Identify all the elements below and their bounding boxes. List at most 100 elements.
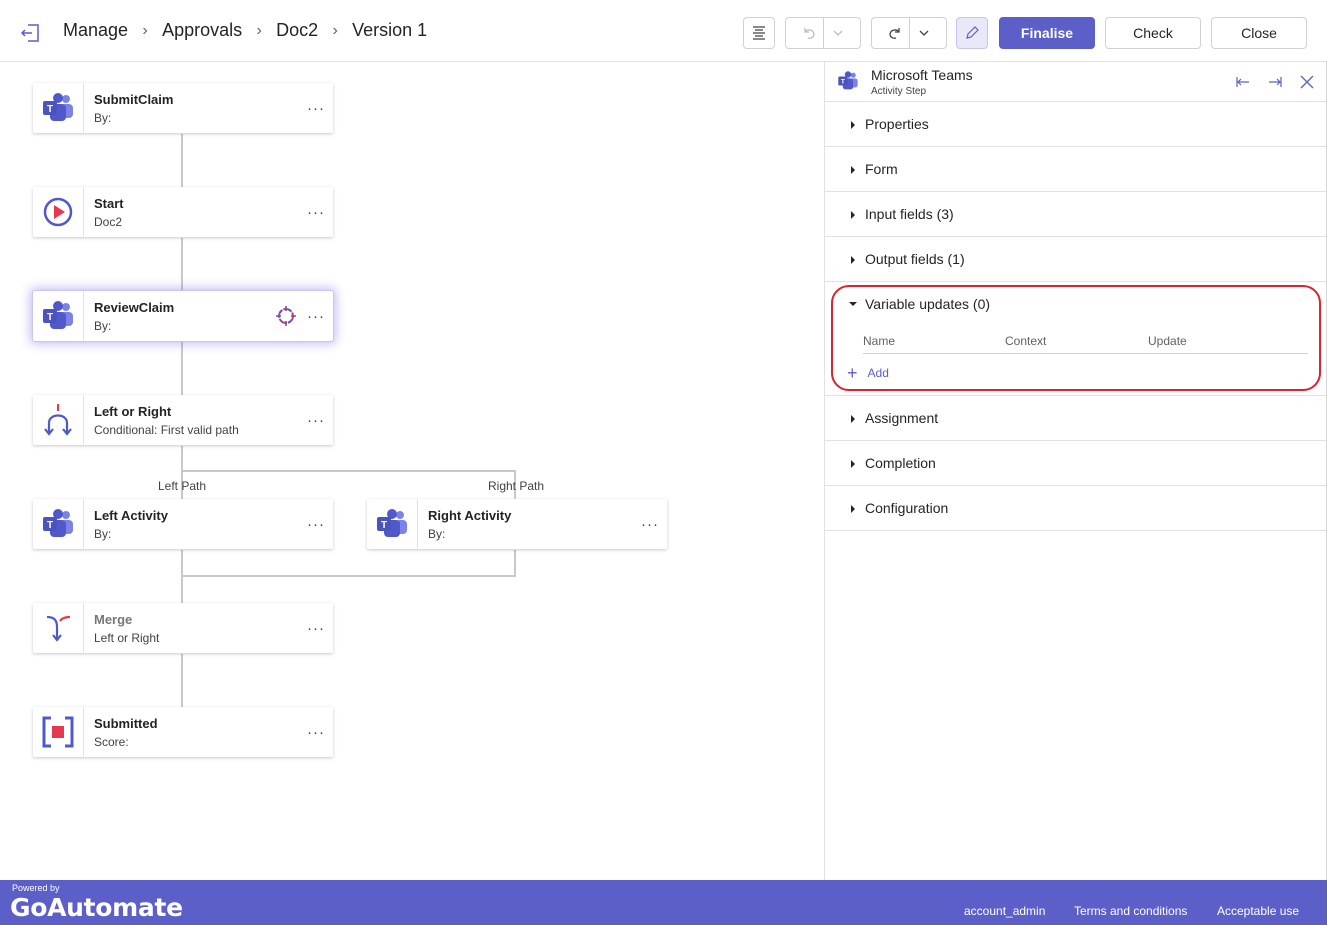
more-options-button[interactable]: ··· [633, 499, 667, 549]
section-form[interactable]: Form [825, 147, 1326, 192]
check-button[interactable]: Check [1105, 17, 1201, 49]
teams-icon: T [377, 509, 407, 537]
section-output-fields[interactable]: Output fields (1) [825, 237, 1326, 282]
plus-icon: + [847, 363, 858, 383]
flow-node-left-or-right[interactable]: Left or Right Conditional: First valid p… [33, 395, 333, 445]
column-header-context: Context [1005, 334, 1047, 348]
flow-canvas[interactable]: Left Path Right Path T SubmitClaim By: ·… [0, 62, 824, 880]
flow-node-reviewclaim[interactable]: T ReviewClaim By: ··· [33, 291, 333, 341]
connector [181, 575, 516, 577]
breadcrumb-approvals[interactable]: Approvals [162, 20, 242, 41]
node-subtitle: By: [94, 111, 112, 125]
close-icon [1300, 75, 1314, 89]
align-button[interactable] [743, 17, 775, 49]
section-label: Configuration [865, 500, 949, 516]
teams-icon: T [43, 301, 73, 329]
connector [181, 238, 183, 292]
expand-right-button[interactable] [1265, 72, 1285, 92]
undo-button[interactable] [794, 18, 823, 48]
close-panel-button[interactable] [1297, 72, 1317, 92]
add-variable-button[interactable]: + Add [847, 363, 889, 383]
footer-link-account[interactable]: account_admin [964, 904, 1045, 918]
undo-icon [803, 28, 815, 39]
breadcrumb-version[interactable]: Version 1 [352, 20, 427, 41]
finalise-button[interactable]: Finalise [999, 17, 1095, 49]
powered-by-label: Powered by [12, 883, 60, 893]
breadcrumb: Manage › Approvals › Doc2 › Version 1 [63, 20, 427, 41]
flow-node-submitted[interactable]: Submitted Score: ··· [33, 707, 333, 757]
breadcrumb-doc2[interactable]: Doc2 [276, 20, 318, 41]
more-options-button[interactable]: ··· [299, 499, 333, 549]
caret-right-icon [851, 166, 855, 174]
node-title: Merge [94, 612, 133, 627]
node-subtitle: Doc2 [94, 215, 123, 229]
redo-icon [888, 28, 900, 39]
section-completion[interactable]: Completion [825, 441, 1326, 486]
column-header-name: Name [863, 334, 896, 348]
section-label: Properties [865, 116, 929, 132]
node-subtitle: By: [428, 527, 446, 541]
flow-node-left-activity[interactable]: T Left Activity By: ··· [33, 499, 333, 549]
node-icon-cell: T [33, 499, 84, 549]
section-label: Input fields (3) [865, 206, 954, 222]
node-icon-cell: T [33, 291, 84, 341]
flow-node-submitclaim[interactable]: T SubmitClaim By: ··· [33, 83, 333, 133]
flow-node-right-activity[interactable]: T Right Activity By: ··· [367, 499, 667, 549]
footer-link-terms[interactable]: Terms and conditions [1074, 904, 1187, 918]
align-center-icon [753, 26, 765, 40]
teams-icon: T [43, 93, 73, 121]
footer: Powered by GoAutomate account_admin Term… [0, 880, 1327, 925]
node-icon-cell [33, 187, 84, 237]
connector [181, 654, 183, 708]
node-title: SubmitClaim [94, 92, 174, 107]
merge-icon [46, 615, 71, 642]
collapse-left-button[interactable] [1233, 72, 1253, 92]
node-subtitle: Conditional: First valid path [94, 423, 239, 437]
connector [181, 342, 183, 396]
arrow-to-right-icon [1269, 77, 1282, 87]
breadcrumb-manage[interactable]: Manage [63, 20, 128, 41]
top-bar: Manage › Approvals › Doc2 › Version 1 Fi… [0, 0, 1327, 62]
node-icon-cell [33, 707, 84, 757]
chevron-down-icon [919, 30, 929, 36]
more-options-button[interactable]: ··· [299, 603, 333, 653]
panel-subtitle: Activity Step [871, 86, 927, 97]
redo-dropdown-button[interactable] [909, 18, 938, 48]
redo-button[interactable] [880, 18, 909, 48]
section-label: Completion [865, 455, 936, 471]
node-text: Merge Left or Right [84, 603, 299, 653]
section-variable-updates[interactable]: Variable updates (0) Name Context Update… [825, 282, 1326, 396]
left-path-label: Left Path [158, 479, 207, 493]
chevron-down-icon [833, 30, 843, 36]
node-title: Left or Right [94, 404, 172, 419]
teams-icon: T [43, 509, 73, 537]
node-subtitle: Left or Right [94, 631, 160, 645]
more-options-button[interactable]: ··· [299, 187, 333, 237]
section-assignment[interactable]: Assignment [825, 396, 1326, 441]
connector [181, 550, 183, 604]
section-properties[interactable]: Properties [825, 102, 1326, 147]
section-label: Form [865, 161, 898, 177]
close-button[interactable]: Close [1211, 17, 1307, 49]
more-options-button[interactable]: ··· [299, 83, 333, 133]
node-icon-cell [33, 603, 84, 653]
section-input-fields[interactable]: Input fields (3) [825, 192, 1326, 237]
undo-dropdown-button[interactable] [823, 18, 852, 48]
more-options-button[interactable]: ··· [299, 395, 333, 445]
chevron-right-icon: › [332, 21, 338, 39]
goautomate-logo: GoAutomate [10, 893, 183, 922]
section-configuration[interactable]: Configuration [825, 486, 1326, 531]
flow-node-merge[interactable]: Merge Left or Right ··· [33, 603, 333, 653]
crosshair-icon[interactable] [275, 305, 297, 327]
node-icon-cell: T [367, 499, 418, 549]
flow-node-start[interactable]: Start Doc2 ··· [33, 187, 333, 237]
back-icon[interactable] [20, 22, 42, 44]
node-icon-cell: T [33, 83, 84, 133]
node-text: Start Doc2 [84, 187, 299, 237]
svg-text:T: T [381, 520, 387, 531]
edit-button[interactable] [956, 17, 988, 49]
more-options-button[interactable]: ··· [299, 291, 333, 341]
footer-link-acceptable-use[interactable]: Acceptable use [1217, 904, 1299, 918]
more-options-button[interactable]: ··· [299, 707, 333, 757]
chevron-right-icon: › [142, 21, 148, 39]
